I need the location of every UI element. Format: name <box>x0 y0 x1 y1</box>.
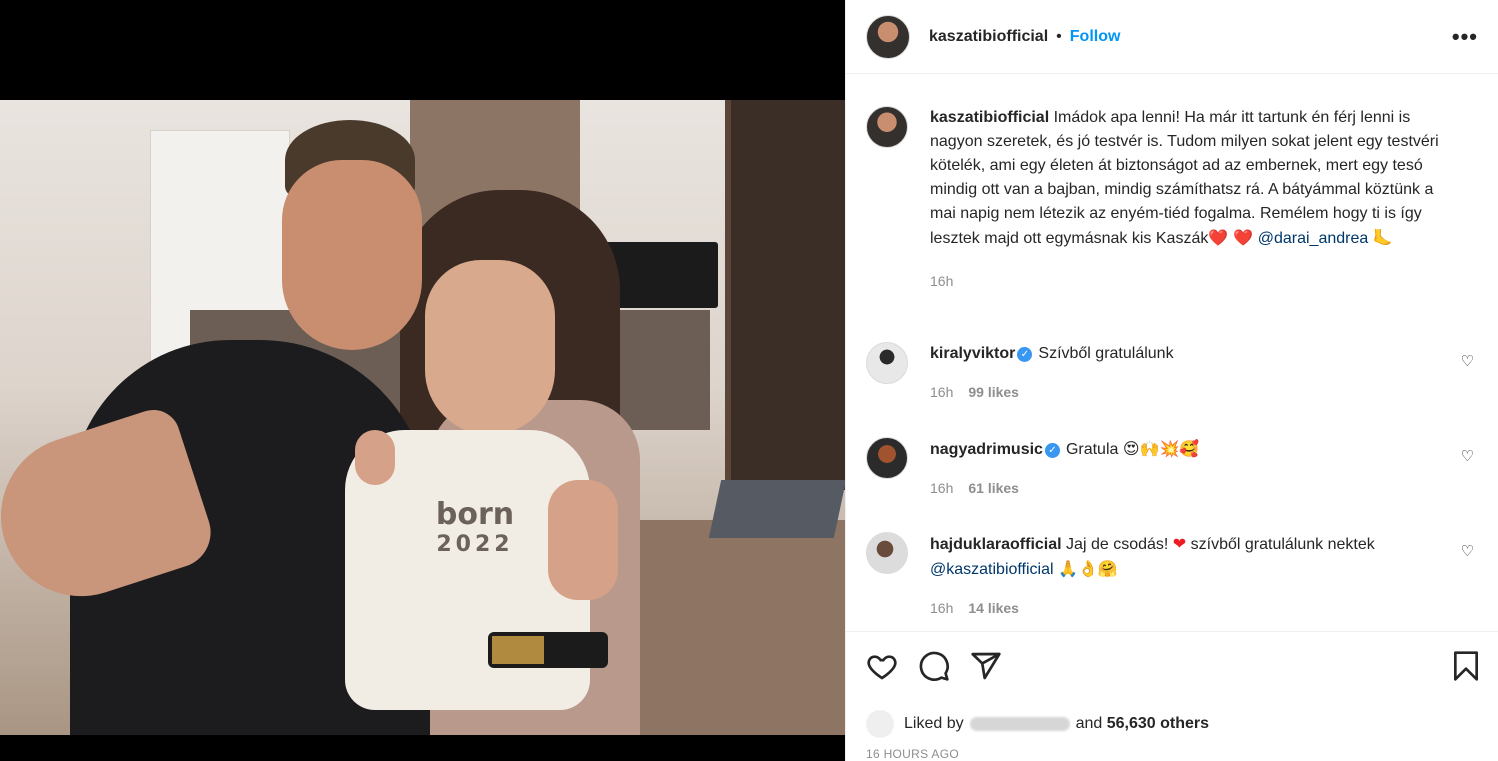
comment-time: 16h <box>930 600 954 616</box>
liker-name-blurred[interactable] <box>969 717 1070 731</box>
heart-icon[interactable] <box>866 650 898 682</box>
man-face <box>282 160 422 350</box>
comment-row: nagyadrimusic ✓ Gratula 😍🙌💥🥰 16h 61 likes ♡ <box>866 437 1478 500</box>
comment-likes[interactable]: 61 likes <box>968 480 1019 496</box>
post-actions: Liked by and 56,630 others 16 HOURS AGO <box>846 631 1498 761</box>
comment-emoji: 🙏👌🤗 <box>1058 559 1118 578</box>
belt-buckle <box>492 636 544 664</box>
caption-body: kaszatibiofficial Imádok apa lenni! Ha m… <box>930 106 1460 293</box>
liked-by-and: and <box>1075 715 1103 732</box>
comment-likes[interactable]: 99 likes <box>968 384 1019 400</box>
follow-button[interactable]: Follow <box>1070 28 1121 46</box>
commenter-avatar[interactable] <box>866 532 908 574</box>
caption-username[interactable]: kaszatibiofficial <box>930 109 1049 126</box>
comment-username[interactable]: nagyadrimusic <box>930 441 1043 458</box>
author-username[interactable]: kaszatibiofficial <box>929 28 1048 46</box>
onesie-word: born <box>435 497 515 532</box>
comment-text: Gratula <box>1065 441 1119 458</box>
author-avatar[interactable] <box>866 14 910 59</box>
comment-body: hajduklaraofficial Jaj de csodás! ❤ szív… <box>930 532 1460 620</box>
heart-icon[interactable]: ♡ <box>1461 542 1474 560</box>
heart-icon[interactable]: ♡ <box>1461 447 1474 465</box>
comment-likes[interactable]: 14 likes <box>968 600 1019 616</box>
verified-icon: ✓ <box>1017 347 1033 362</box>
comment-text-block: hajduklaraofficial Jaj de csodás! ❤ szív… <box>930 532 1460 582</box>
more-icon[interactable]: ••• <box>1452 24 1478 50</box>
foot-emoji: 🦶 <box>1372 228 1393 247</box>
heart-emoji: ❤ <box>1172 534 1187 553</box>
comment-time: 16h <box>930 480 954 496</box>
comment-text-block: kiralyviktor ✓ Szívből gratulálunk <box>930 342 1460 366</box>
comment-mention[interactable]: @kaszatibiofficial <box>930 561 1054 578</box>
post-photo[interactable]: born 2022 <box>0 0 845 761</box>
caption: kaszatibiofficial Imádok apa lenni! Ha m… <box>866 106 1478 293</box>
comment-body: kiralyviktor ✓ Szívből gratulálunk 16h 99 l… <box>930 342 1460 404</box>
post-sidebar: kaszatibiofficial • Follow ••• kaszatibi… <box>845 0 1498 761</box>
commenter-avatar[interactable] <box>866 342 908 384</box>
verified-icon: ✓ <box>1044 443 1060 458</box>
onesie-year: 2022 <box>436 532 514 557</box>
comment-time: 16h <box>930 384 954 400</box>
likes-count[interactable]: 56,630 others <box>1107 715 1209 733</box>
post-timestamp[interactable]: 16 HOURS AGO <box>866 747 959 761</box>
share-icon[interactable] <box>970 650 1002 682</box>
comment-row: kiralyviktor ✓ Szívből gratulálunk 16h 99 l… <box>866 342 1478 404</box>
bookmark-icon[interactable] <box>1450 650 1482 682</box>
caption-text: Imádok apa lenni! Ha már itt tartunk én … <box>930 109 1439 247</box>
comment-text-2: szívből gratulálunk nektek <box>1190 536 1375 553</box>
post-header: kaszatibiofficial • Follow ••• <box>846 0 1498 74</box>
comment-meta: 16h 61 likes <box>930 476 1460 500</box>
door <box>725 100 845 490</box>
onesie-print: born 2022 <box>415 500 535 560</box>
photo-scene: born 2022 <box>0 100 845 735</box>
post-dialog: born 2022 kaszatibiofficial • Follow ••• <box>0 0 1498 761</box>
comment-text: Szívből gratulálunk <box>1038 345 1174 362</box>
comment-username[interactable]: hajduklaraofficial <box>930 536 1062 553</box>
comment-meta: 16h 99 likes <box>930 380 1460 404</box>
caption-mention[interactable]: @darai_andrea <box>1258 230 1369 247</box>
liked-by: Liked by and 56,630 others <box>866 710 1209 738</box>
action-bar <box>866 650 1482 682</box>
liker-avatar[interactable] <box>866 710 894 738</box>
comment-text-block: nagyadrimusic ✓ Gratula 😍🙌💥🥰 <box>930 437 1460 462</box>
comments-list[interactable]: kaszatibiofficial Imádok apa lenni! Ha m… <box>846 74 1498 630</box>
hand-right <box>548 480 618 600</box>
commenter-avatar[interactable] <box>866 437 908 479</box>
caption-avatar[interactable] <box>866 106 908 148</box>
caption-time: 16h <box>930 273 954 289</box>
caption-text-block: kaszatibiofficial Imádok apa lenni! Ha m… <box>930 106 1460 251</box>
comment-username[interactable]: kiralyviktor <box>930 345 1015 362</box>
comment-body: nagyadrimusic ✓ Gratula 😍🙌💥🥰 16h 61 likes <box>930 437 1460 500</box>
separator-dot: • <box>1056 27 1062 45</box>
comment-emoji: 😍🙌💥🥰 <box>1122 439 1200 458</box>
liked-by-prefix: Liked by <box>904 715 964 732</box>
comment-row: hajduklaraofficial Jaj de csodás! ❤ szív… <box>866 532 1478 620</box>
door-mat <box>708 480 845 538</box>
comment-meta: 16h 14 likes <box>930 596 1460 620</box>
heart-icon[interactable]: ♡ <box>1461 352 1474 370</box>
comment-icon[interactable] <box>918 650 950 682</box>
woman-face <box>425 260 555 435</box>
heart-emoji: ❤️ ❤️ <box>1208 228 1254 247</box>
hand-left <box>355 430 395 485</box>
comment-text: Jaj de csodás! <box>1066 536 1169 553</box>
